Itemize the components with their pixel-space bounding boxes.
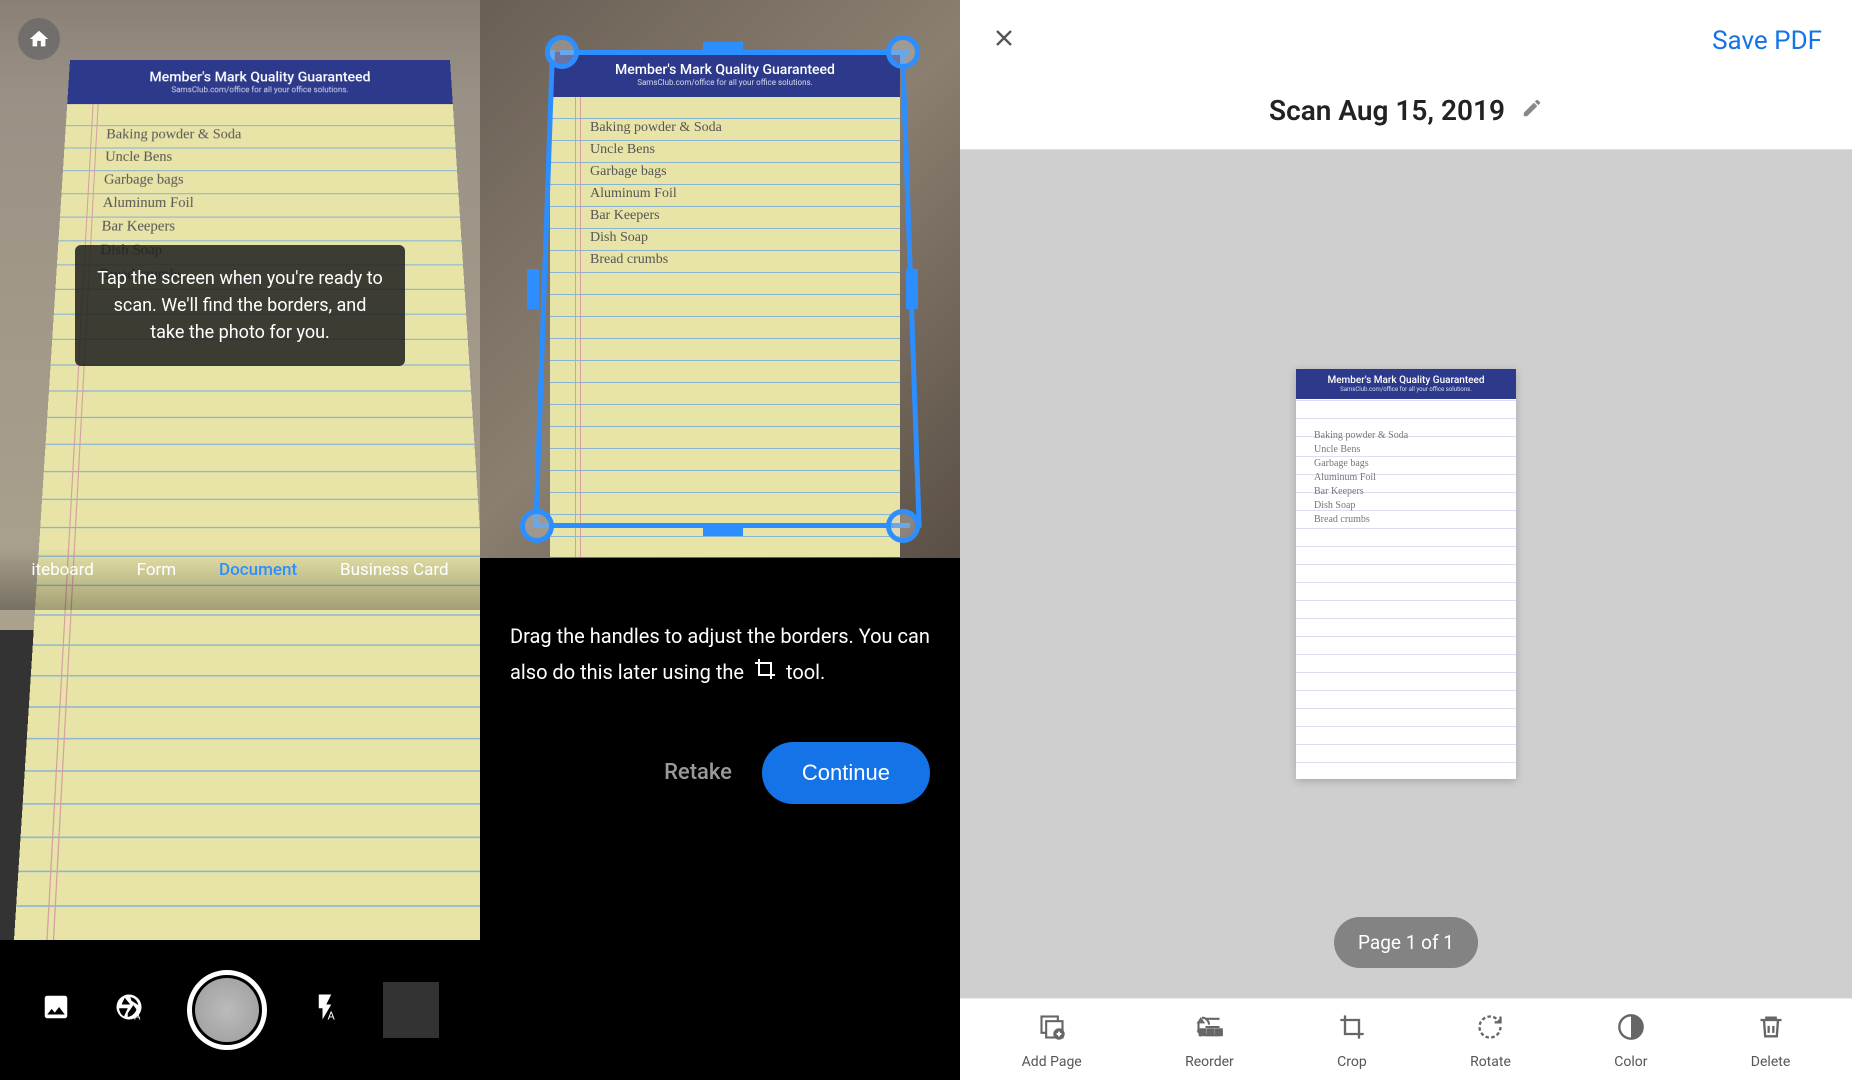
aperture-icon: A — [114, 992, 144, 1022]
home-button[interactable] — [18, 18, 60, 60]
close-icon — [990, 24, 1018, 52]
save-pdf-button[interactable]: Save PDF — [1712, 26, 1822, 56]
shutter-button[interactable] — [187, 970, 267, 1050]
svg-text:A: A — [134, 1011, 141, 1022]
scan-thumbnail[interactable] — [383, 982, 439, 1038]
reorder-button[interactable]: Reorder — [1185, 1013, 1234, 1070]
crop-edge-bottom[interactable] — [703, 524, 743, 536]
review-toolbar: Add Page Reorder Crop Rotate Color Delet… — [960, 998, 1852, 1080]
notepad-brand-title: Member's Mark Quality Guaranteed — [89, 70, 432, 86]
rotate-button[interactable]: Rotate — [1470, 1013, 1511, 1070]
review-header: Save PDF — [960, 0, 1852, 82]
crop-handle-top-left[interactable] — [545, 35, 579, 69]
flash-icon: A — [310, 992, 340, 1022]
crop-tool-icon — [753, 656, 777, 692]
close-button[interactable] — [990, 22, 1018, 60]
camera-controls-bar: A A — [0, 940, 480, 1080]
trash-icon — [1757, 1013, 1785, 1048]
continue-button[interactable]: Continue — [762, 742, 930, 804]
auto-capture-button[interactable]: A — [114, 992, 144, 1029]
gallery-icon — [41, 992, 71, 1022]
crop-edge-left[interactable] — [527, 269, 539, 309]
home-icon — [28, 28, 50, 50]
crop-button[interactable]: Crop — [1337, 1013, 1367, 1070]
crop-border-overlay — [535, 50, 910, 528]
reorder-icon — [1195, 1013, 1223, 1048]
retake-button[interactable]: Retake — [664, 760, 732, 785]
crop-handle-bottom-right[interactable] — [886, 509, 920, 543]
delete-button[interactable]: Delete — [1751, 1013, 1790, 1070]
crop-edge-top[interactable] — [703, 42, 743, 54]
crop-instructions-text: Drag the handles to adjust the borders. … — [480, 558, 960, 722]
scan-type-whiteboard[interactable]: iteboard — [31, 560, 93, 580]
scan-type-document[interactable]: Document — [219, 560, 297, 580]
crop-actions-row: Retake Continue — [480, 722, 960, 844]
camera-viewfinder[interactable]: Member's Mark Quality Guaranteed SamsClu… — [0, 0, 480, 630]
crop-adjust-panel: Member's Mark Quality Guaranteed SamsClu… — [480, 0, 960, 1080]
scan-type-business-card[interactable]: Business Card — [340, 560, 449, 580]
notepad-brand-subtitle: SamsClub.com/office for all your office … — [88, 85, 432, 94]
review-body[interactable]: Member's Mark Quality Guaranteed SamsClu… — [960, 150, 1852, 998]
rename-button[interactable] — [1521, 97, 1543, 125]
crop-handle-top-right[interactable] — [886, 35, 920, 69]
add-page-icon — [1038, 1013, 1066, 1048]
crop-edge-right[interactable] — [906, 269, 918, 309]
gallery-button[interactable] — [41, 992, 71, 1029]
color-button[interactable]: Color — [1614, 1013, 1647, 1070]
color-icon — [1617, 1013, 1645, 1048]
rotate-icon — [1476, 1013, 1504, 1048]
crop-canvas[interactable]: Member's Mark Quality Guaranteed SamsClu… — [480, 0, 960, 558]
capture-hint-tooltip: Tap the screen when you're ready to scan… — [75, 245, 405, 366]
review-panel: Save PDF Scan Aug 15, 2019 Member's Mark… — [960, 0, 1852, 1080]
crop-handle-bottom-left[interactable] — [520, 509, 554, 543]
flash-button[interactable]: A — [310, 992, 340, 1029]
scan-type-form[interactable]: Form — [137, 560, 177, 580]
scan-title-row: Scan Aug 15, 2019 — [960, 82, 1852, 150]
scanned-page-preview[interactable]: Member's Mark Quality Guaranteed SamsClu… — [1296, 369, 1516, 779]
page-indicator: Page 1 of 1 — [1334, 917, 1478, 968]
svg-text:A: A — [327, 1009, 335, 1022]
camera-capture-panel: Member's Mark Quality Guaranteed SamsClu… — [0, 0, 480, 1080]
add-page-button[interactable]: Add Page — [1022, 1013, 1082, 1070]
crop-icon — [1338, 1013, 1366, 1048]
scan-title: Scan Aug 15, 2019 — [1269, 94, 1505, 127]
pencil-icon — [1521, 97, 1543, 119]
scan-type-selector: iteboard Form Document Business Card — [0, 548, 480, 610]
